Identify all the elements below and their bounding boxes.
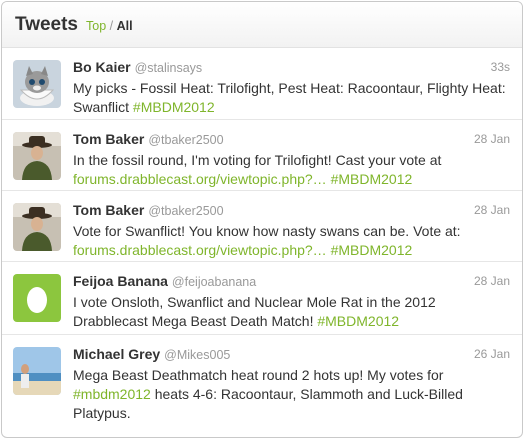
avatar[interactable] (13, 132, 61, 180)
tweet-text: In the fossil round, I'm voting for Tril… (73, 151, 510, 189)
tweet-author-handle[interactable]: @tbaker2500 (148, 204, 223, 218)
man-in-hat-icon (13, 203, 61, 251)
tweet-author-name[interactable]: Bo Kaier (73, 59, 131, 75)
avatar[interactable] (13, 347, 61, 395)
tweet-item[interactable]: Bo Kaier @stalinsays My picks - Fossil He… (2, 48, 522, 120)
tweets-title: Tweets (15, 13, 79, 35)
tweet-text: Mega Beast Deathmatch heat round 2 hots … (73, 366, 510, 423)
tweet-item[interactable]: Michael Grey @Mikes005 Mega Beast Deathma… (2, 335, 522, 425)
avatar[interactable] (13, 274, 61, 322)
tweet-url-link[interactable]: forums.drabblecast.org/viewtopic.php?… (73, 171, 327, 187)
tweet-text-segment: Vote for Swanflict! You know how nasty s… (73, 223, 461, 239)
filter-all-link[interactable]: All (117, 19, 133, 33)
tweet-filters: Top / All (86, 16, 133, 33)
tweet-hashtag-link[interactable]: #mbdm2012 (73, 386, 151, 402)
tweet-author-handle[interactable]: @tbaker2500 (148, 133, 223, 147)
filter-separator: / (109, 19, 114, 33)
tweets-header: Tweets Top / All (2, 2, 522, 48)
avatar[interactable] (13, 203, 61, 251)
tweet-hashtag-link[interactable]: #MBDM2012 (331, 171, 413, 187)
man-in-hat-icon (13, 132, 61, 180)
tweet-author-handle[interactable]: @feijoabanana (172, 275, 256, 289)
tweet-timestamp[interactable]: 28 Jan (474, 203, 510, 217)
egg-icon (13, 274, 61, 322)
tweet-text-segment: Mega Beast Deathmatch heat round 2 hots … (73, 367, 444, 383)
tweet-text: I vote Onsloth, Swanflict and Nuclear Mo… (73, 293, 510, 331)
tweet-text: Vote for Swanflict! You know how nasty s… (73, 222, 510, 260)
tweet-text: My picks - Fossil Heat: Trilofight, Pest… (73, 79, 510, 117)
tweet-timestamp[interactable]: 28 Jan (474, 274, 510, 288)
tweet-hashtag-link[interactable]: #MBDM2012 (331, 242, 413, 258)
tweet-timestamp[interactable]: 28 Jan (474, 132, 510, 146)
tweet-item[interactable]: Tom Baker @tbaker2500 In the fossil round… (2, 120, 522, 191)
beach-photo-icon (13, 347, 61, 395)
avatar[interactable] (13, 60, 61, 108)
tweet-timestamp[interactable]: 33s (491, 60, 510, 74)
tweet-author-name[interactable]: Michael Grey (73, 346, 160, 362)
tweet-body: Tom Baker @tbaker2500 In the fossil round… (73, 120, 522, 189)
tweet-body: Michael Grey @Mikes005 Mega Beast Deathma… (73, 335, 522, 423)
tweet-hashtag-link[interactable]: #MBDM2012 (133, 99, 215, 115)
tweet-timestamp[interactable]: 26 Jan (474, 347, 510, 361)
kitten-in-teacup-icon (13, 60, 61, 108)
tweet-author-handle[interactable]: @stalinsays (135, 61, 203, 75)
tweet-text-segment: In the fossil round, I'm voting for Tril… (73, 152, 442, 168)
filter-top-link[interactable]: Top (86, 19, 106, 33)
tweet-author-name[interactable]: Tom Baker (73, 202, 144, 218)
tweet-author-name[interactable]: Tom Baker (73, 131, 144, 147)
tweets-panel: Tweets Top / All Bo Kaier@stalinsays My (1, 1, 523, 438)
tweet-body: Feijoa Banana @feijoabanana I vote Onslot… (73, 262, 522, 331)
tweet-url-link[interactable]: forums.drabblecast.org/viewtopic.php?… (73, 242, 327, 258)
tweet-body: Bo Kaier @stalinsays My picks - Fossil He… (73, 48, 522, 117)
tweet-item[interactable]: Tom Baker @tbaker2500 Vote for Swanflict!… (2, 191, 522, 262)
tweet-item[interactable]: Feijoa Banana @feijoabanana I vote Onslot… (2, 262, 522, 335)
tweet-author-handle[interactable]: @Mikes005 (164, 348, 230, 362)
tweet-body: Tom Baker @tbaker2500 Vote for Swanflict!… (73, 191, 522, 260)
tweet-hashtag-link[interactable]: #MBDM2012 (317, 313, 399, 329)
tweet-author-name[interactable]: Feijoa Banana (73, 273, 168, 289)
